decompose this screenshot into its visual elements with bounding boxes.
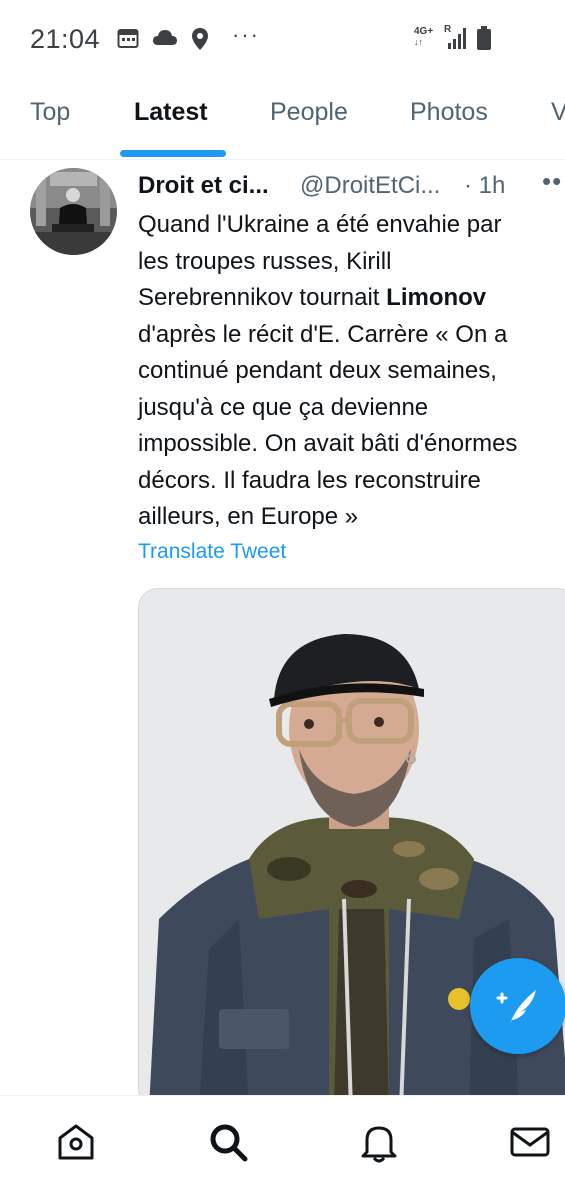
tab-latest[interactable]: Latest xyxy=(134,98,208,127)
tweet-text-segment: Serebrennikov tournait xyxy=(138,284,387,311)
tab-top[interactable]: Top xyxy=(30,98,70,127)
tweet-text-line: Quand l'Ukraine a été envahie par xyxy=(138,211,502,238)
avatar[interactable] xyxy=(30,168,117,255)
tweet-text-line: impossible. On avait bâti d'énormes xyxy=(138,430,518,457)
tweet-text-line: d'après le récit d'E. Carrère « On a xyxy=(138,320,508,348)
tab-photos[interactable]: Photos xyxy=(410,98,488,127)
search-tabs: Top Latest People Photos V xyxy=(0,80,565,160)
tweet-text-line: les troupes russes, Kirill xyxy=(138,247,392,275)
tab-videos[interactable]: V xyxy=(551,98,565,127)
calendar-icon xyxy=(117,29,139,48)
search-icon[interactable] xyxy=(206,1120,250,1164)
cloud-icon xyxy=(153,30,177,45)
tab-people[interactable]: People xyxy=(270,98,348,127)
tweet-time[interactable]: · 1h xyxy=(464,172,505,200)
status-time: 21:04 xyxy=(30,24,101,54)
tweet-text-line: ailleurs, en Europe » xyxy=(138,503,359,530)
battery-icon xyxy=(477,26,491,50)
more-notifications-icon: ··· xyxy=(232,22,260,47)
author-name[interactable]: Droit et ci... xyxy=(138,172,269,200)
avatar-image xyxy=(30,168,117,255)
location-pin-icon xyxy=(192,28,208,50)
status-bar: 21:04 ··· 4G+ ↓↑ R xyxy=(0,0,565,80)
tweet-text-line: décors. Il faudra les reconstruire xyxy=(138,466,481,494)
compose-tweet-button[interactable] xyxy=(470,958,565,1054)
translate-tweet-link[interactable]: Translate Tweet xyxy=(138,540,286,564)
tweet-text-line: jusqu'à ce que ça devienne xyxy=(138,393,429,421)
compose-feather-icon xyxy=(496,990,536,1024)
author-handle[interactable]: @DroitEtCi... xyxy=(300,172,440,200)
notifications-icon[interactable] xyxy=(357,1120,401,1164)
home-icon[interactable] xyxy=(54,1120,98,1164)
tweet-text-bold: Limonov xyxy=(386,284,487,311)
messages-icon[interactable] xyxy=(508,1120,552,1164)
network-arrows: ↓↑ xyxy=(414,37,423,47)
tweet[interactable]: Droit et ci... @DroitEtCi... · 1h •• Qua… xyxy=(0,160,565,1108)
signal-icon xyxy=(448,28,466,49)
tweet-text: Quand l'Ukraine a été envahie par les tr… xyxy=(138,207,563,536)
network-type: 4G+ xyxy=(414,26,434,37)
more-options-icon[interactable]: •• xyxy=(542,166,562,197)
tweet-text-line: continué pendant deux semaines, xyxy=(138,357,497,384)
tweet-text-line: Serebrennikov tournait Limonov xyxy=(138,280,563,317)
active-tab-indicator xyxy=(120,150,226,157)
network-indicator: 4G+ ↓↑ xyxy=(414,26,433,48)
bottom-navigation xyxy=(0,1095,565,1193)
